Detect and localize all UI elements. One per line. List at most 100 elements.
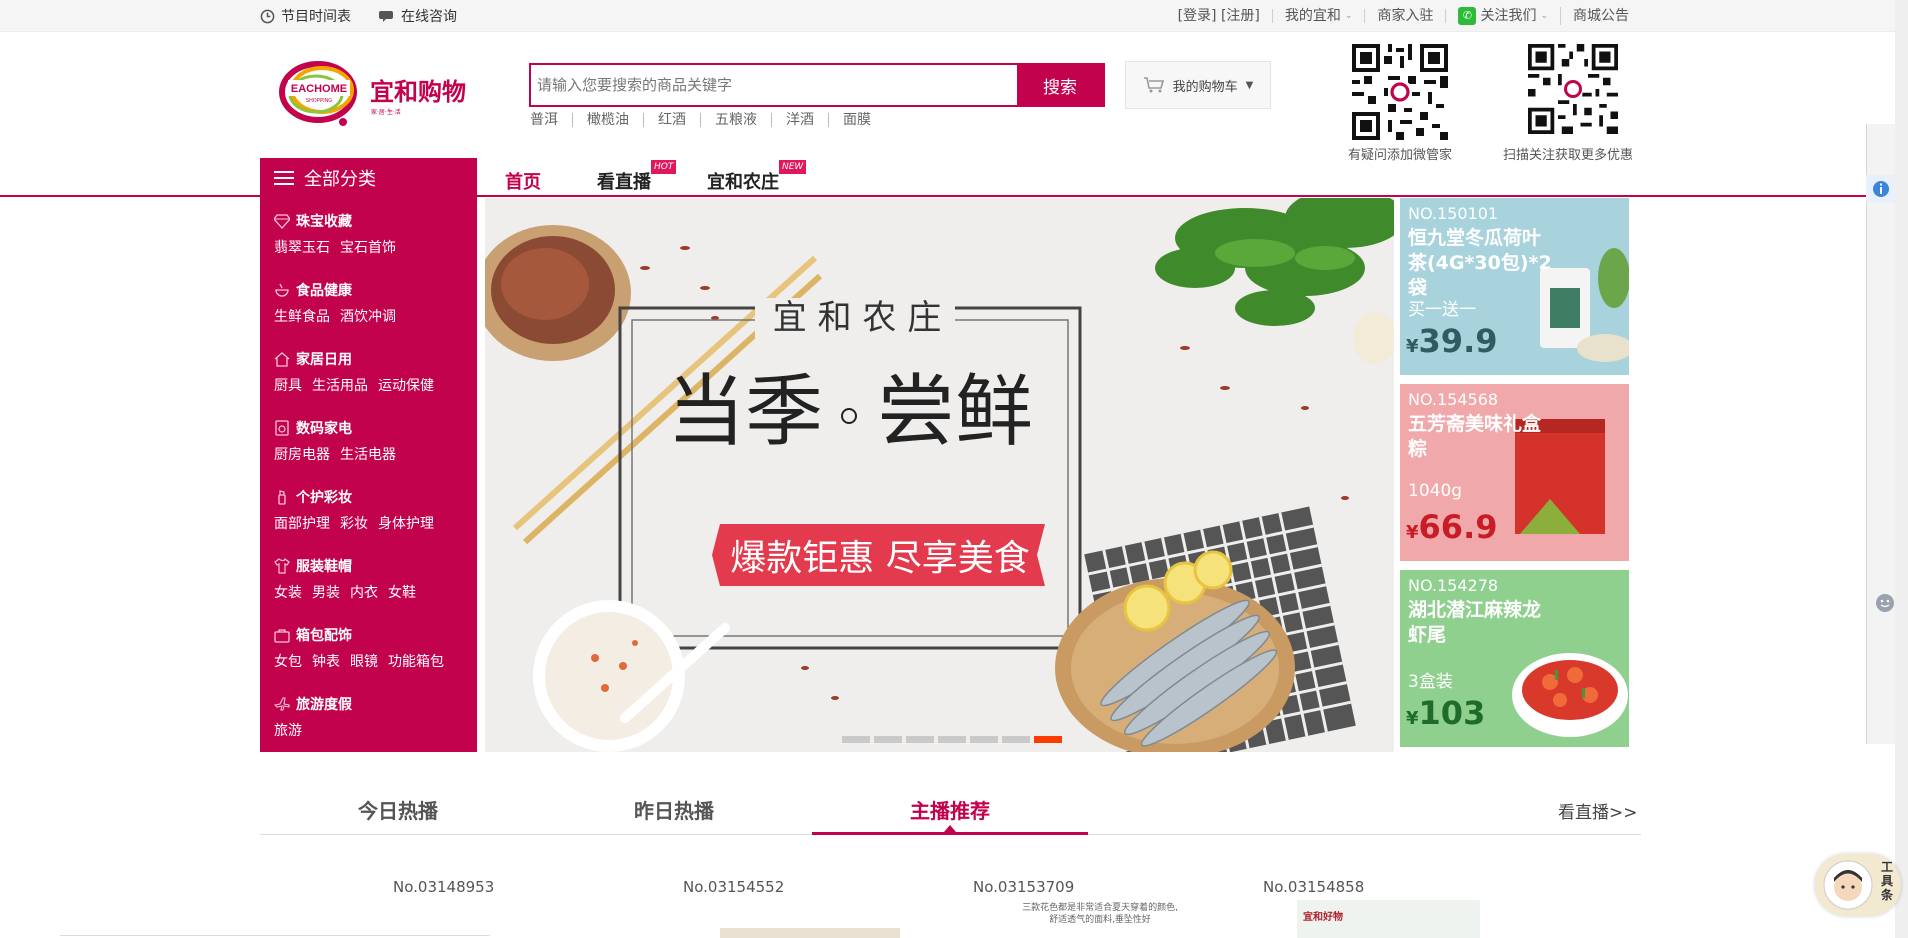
product-image[interactable]: 宜和好物 [1297, 900, 1480, 938]
smile-icon[interactable] [1875, 593, 1895, 613]
active-tab-underline [812, 832, 1088, 835]
subcategory-link[interactable]: 女鞋 [388, 582, 416, 602]
site-logo[interactable]: EACHOME SHOPPING 宜和购物 家·居·生·活 [278, 58, 478, 130]
carousel-dot[interactable] [906, 736, 934, 743]
hot-keyword[interactable]: 普洱 [530, 113, 573, 127]
category-jewelry: 珠宝收藏 翡翠玉石 宝石首饰 [274, 211, 477, 280]
notice-label: 商城公告 [1573, 8, 1629, 24]
subcategory-link[interactable]: 生活用品 [312, 375, 368, 395]
nav-live[interactable]: 看直播 [597, 168, 651, 194]
menu-icon [274, 170, 294, 185]
category-title: 珠宝收藏 [296, 214, 352, 230]
merchant-link[interactable]: 商家入驻 [1365, 9, 1447, 23]
subcategory-link[interactable]: 宝石首饰 [340, 237, 396, 257]
carousel-dot[interactable] [938, 736, 966, 743]
subcategory-link[interactable]: 身体护理 [378, 513, 434, 533]
category-clothing: 服装鞋帽 女装 男装 内衣 女鞋 [274, 556, 477, 625]
banner-title-right: 尝鲜 [877, 367, 1033, 457]
subcategory-link[interactable]: 面部护理 [274, 513, 330, 533]
cart-label: 我的购物车 [1172, 79, 1238, 95]
chevron-down-icon: ⌄ [1344, 11, 1353, 21]
hot-keyword[interactable]: 橄榄油 [573, 113, 644, 127]
follow-us-menu[interactable]: ✆ 关注我们 ⌄ [1446, 7, 1561, 25]
hot-keyword[interactable]: 五粮液 [701, 113, 772, 127]
promo-card[interactable]: NO.154568 五芳斋美味礼盒粽 1040g ¥66.9 [1400, 384, 1629, 561]
subcategory-link[interactable]: 功能箱包 [388, 651, 444, 671]
hot-keyword[interactable]: 洋酒 [772, 113, 829, 127]
category-heading[interactable]: 数码家电 [274, 418, 477, 438]
product-image[interactable] [720, 928, 900, 938]
subcategory-link[interactable]: 生鲜食品 [274, 306, 330, 326]
category-title: 个护彩妆 [296, 490, 352, 506]
subcategory-link[interactable]: 女装 [274, 582, 302, 602]
active-tab-pointer [944, 825, 956, 832]
nav-farm[interactable]: 宜和农庄 [707, 168, 779, 194]
category-heading[interactable]: 家居日用 [274, 349, 477, 369]
category-heading[interactable]: 食品健康 [274, 280, 477, 300]
carousel-dot[interactable] [970, 736, 998, 743]
product-number: No.03154552 [683, 878, 785, 896]
category-heading[interactable]: 箱包配饰 [274, 625, 477, 645]
caret-down-icon: ▼ [1245, 79, 1254, 91]
subcategory-link[interactable]: 女包 [274, 651, 302, 671]
search-input[interactable] [531, 65, 1017, 105]
subcategory-link[interactable]: 酒饮冲调 [340, 306, 396, 326]
login-register-label: [登录] [注册] [1177, 8, 1260, 24]
promo-name: 湖北潜江麻辣龙虾尾 [1408, 599, 1542, 646]
qr-caption-helper: 有疑问添加微管家 [1348, 148, 1453, 163]
promo-sub: 1040g [1408, 481, 1463, 501]
category-heading[interactable]: 个护彩妆 [274, 487, 477, 507]
subcategory-link[interactable]: 运动保健 [378, 375, 434, 395]
subcategory-link[interactable]: 厨房电器 [274, 444, 330, 464]
subcategory-link[interactable]: 生活电器 [340, 444, 396, 464]
carousel-dot[interactable] [842, 736, 870, 743]
all-categories-button[interactable]: 全部分类 [260, 158, 477, 197]
promo-card[interactable]: NO.154278 湖北潜江麻辣龙虾尾 3盒装 ¥103 [1400, 570, 1629, 747]
subcategory-link[interactable]: 厨具 [274, 375, 302, 395]
subcategory-link[interactable]: 眼镜 [350, 651, 378, 671]
hero-banner[interactable]: 宜 和 农 庄 当季 尝鲜 爆款钜惠 尽享美食 [485, 198, 1394, 752]
carousel-dot[interactable] [1034, 736, 1062, 743]
subcategory-link[interactable]: 内衣 [350, 582, 378, 602]
product-number: No.03154858 [1263, 878, 1365, 896]
promo-card[interactable]: NO.150101 恒九堂冬瓜荷叶茶(4G*30包)*2袋 买一送一 ¥39.9 [1400, 198, 1629, 375]
category-heading[interactable]: 服装鞋帽 [274, 556, 477, 576]
top-left-links: 节目时间表 在线咨询 [260, 0, 457, 32]
category-heading[interactable]: 旅游度假 [274, 694, 477, 714]
tab-today-hot[interactable]: 今日热播 [260, 795, 536, 824]
promo-sub: 买一送一 [1408, 300, 1476, 320]
carousel-dot[interactable] [1002, 736, 1030, 743]
category-digital: 数码家电 厨房电器 生活电器 [274, 418, 477, 487]
carousel-dot[interactable] [874, 736, 902, 743]
search-button[interactable]: 搜索 [1017, 65, 1103, 105]
hot-badge: HOT [651, 160, 677, 174]
schedule-link[interactable]: 节目时间表 [260, 6, 351, 26]
subcategory-link[interactable]: 钟表 [312, 651, 340, 671]
subcategory-link[interactable]: 旅游 [274, 720, 302, 740]
cart-icon [1143, 77, 1164, 93]
logo-en-text: EACHOME [291, 83, 347, 95]
promo-price: ¥39.9 [1406, 322, 1498, 360]
login-register-link[interactable]: [登录] [注册] [1166, 9, 1273, 23]
hot-keyword[interactable]: 红酒 [644, 113, 701, 127]
hot-keyword[interactable]: 面膜 [829, 113, 885, 127]
my-account-menu[interactable]: 我的宜和 ⌄ [1273, 9, 1366, 23]
product-image[interactable]: 三款花色都是非常适合夏天穿着的颜色, 舒适透气的面料,垂坠性好 [1010, 900, 1190, 938]
consult-link[interactable]: 在线咨询 [379, 6, 457, 26]
subcategory-link[interactable]: 翡翠玉石 [274, 237, 330, 257]
vertical-scrollbar[interactable] [1895, 0, 1908, 938]
notice-link[interactable]: 商城公告 [1561, 9, 1641, 23]
house-icon [274, 352, 290, 367]
tab-yesterday-hot[interactable]: 昨日热播 [536, 795, 812, 824]
watch-live-link[interactable]: 看直播>> [1558, 798, 1638, 823]
airplane-icon [274, 697, 290, 711]
nav-home[interactable]: 首页 [505, 168, 541, 194]
tab-host-recommend[interactable]: 主播推荐 [812, 795, 1088, 824]
category-title: 服装鞋帽 [296, 559, 352, 575]
category-heading[interactable]: 珠宝收藏 [274, 211, 477, 231]
floating-toolbar[interactable]: 工具条 [1815, 854, 1901, 916]
subcategory-link[interactable]: 男装 [312, 582, 340, 602]
subcategory-link[interactable]: 彩妆 [340, 513, 368, 533]
cart-button[interactable]: 我的购物车 ▼ [1125, 61, 1271, 109]
category-title: 旅游度假 [296, 697, 352, 713]
